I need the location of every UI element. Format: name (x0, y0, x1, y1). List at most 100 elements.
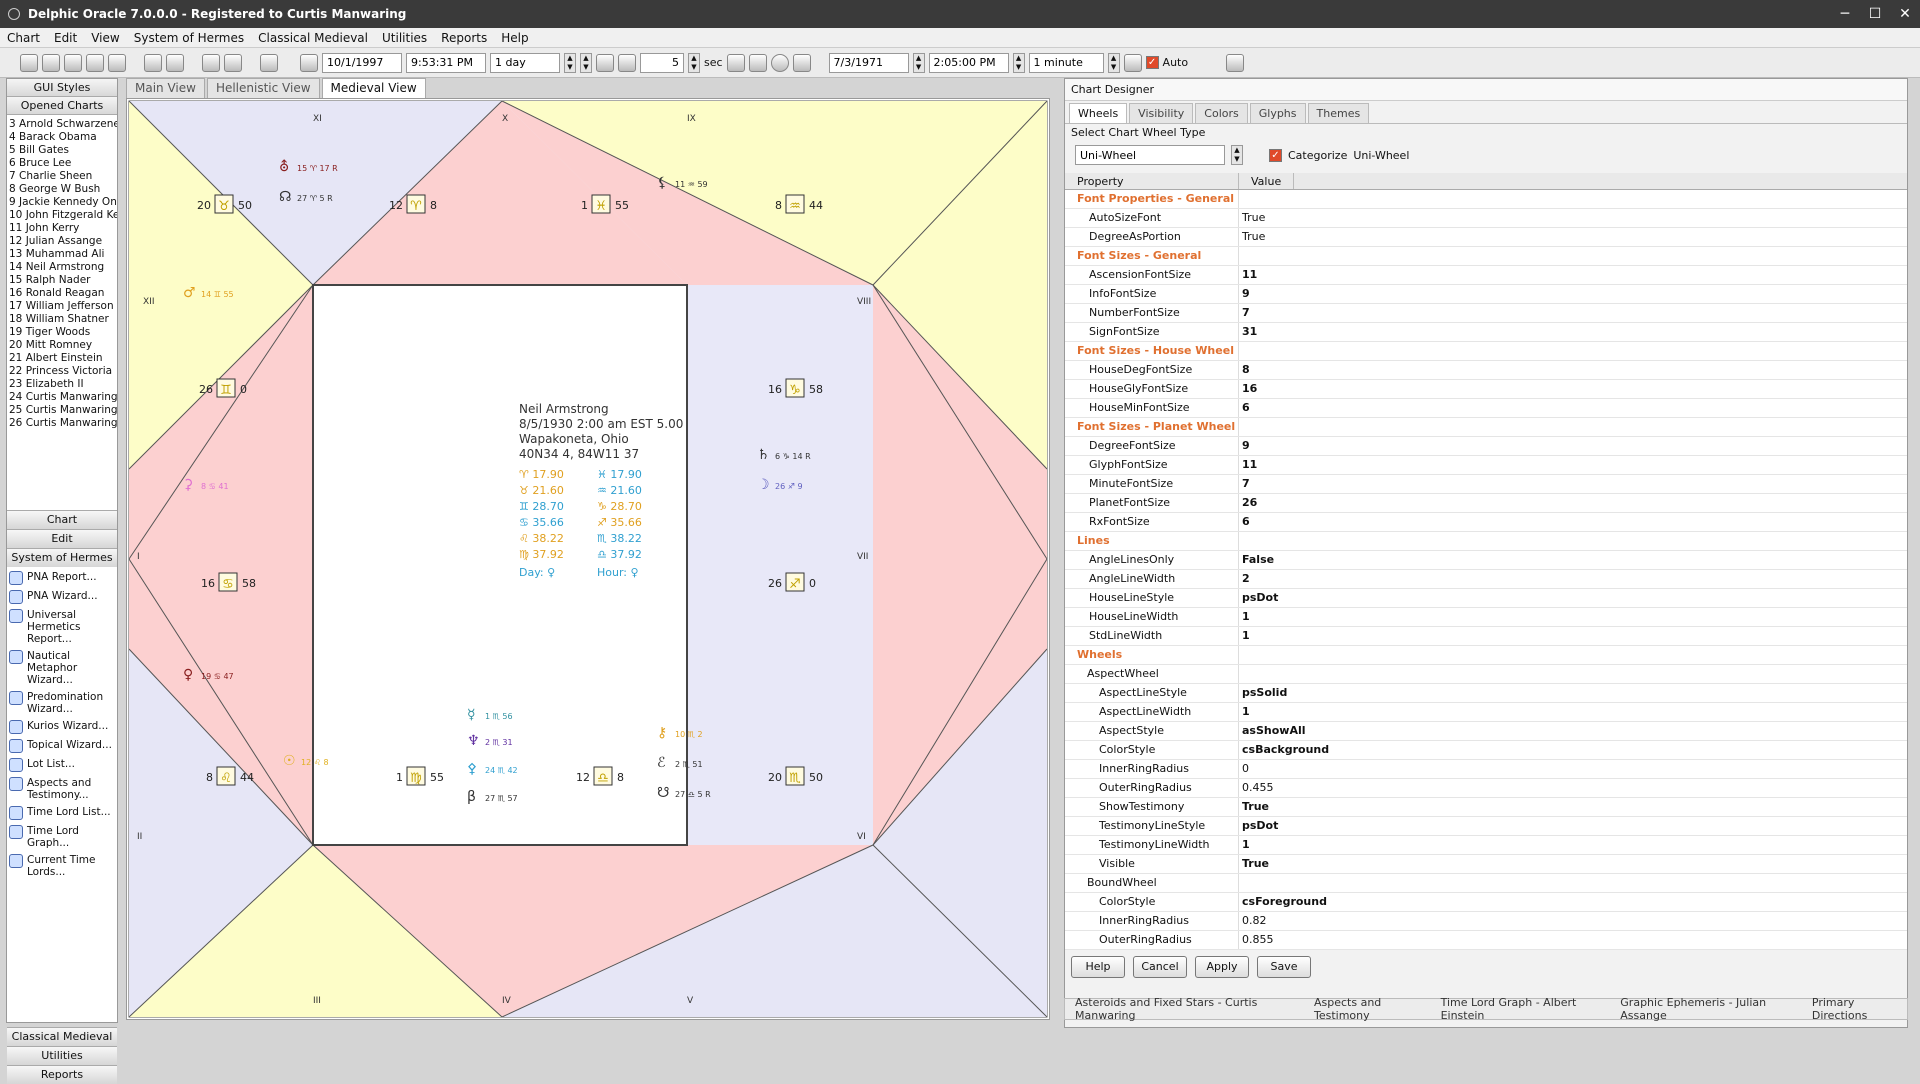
grid-row[interactable]: PlanetFontSize 26 (1065, 494, 1907, 513)
property-value[interactable]: 1 (1239, 836, 1250, 854)
property-value[interactable]: 26 (1239, 494, 1257, 512)
opened-chart-item[interactable]: 17 William Jefferson C (9, 300, 117, 313)
grid-row[interactable]: ColorStyle csForeground (1065, 893, 1907, 912)
menu-utilities[interactable]: Utilities (375, 31, 434, 45)
tool-item[interactable]: Kurios Wizard... (9, 720, 115, 734)
property-value[interactable]: csBackground (1239, 741, 1329, 759)
property-value[interactable]: psDot (1239, 589, 1278, 607)
bottom-tab-graphic-ephemeris[interactable]: Graphic Ephemeris - Julian Assange (1620, 996, 1804, 1022)
grid-row[interactable]: GlyphFontSize 11 (1065, 456, 1907, 475)
auto-checkbox[interactable]: ✓ (1145, 56, 1159, 69)
property-value[interactable]: psDot (1239, 817, 1278, 835)
opened-chart-item[interactable]: 5 Bill Gates (9, 144, 115, 157)
delete-chart-icon[interactable] (166, 53, 184, 72)
grid-row[interactable]: DegreeAsPortion True (1065, 228, 1907, 247)
edit-chart-icon[interactable] (42, 53, 60, 72)
tab-hellenistic-view[interactable]: Hellenistic View (206, 78, 320, 98)
step-field-1[interactable] (490, 52, 560, 73)
step-field-2[interactable] (1028, 52, 1104, 73)
stop-icon[interactable] (792, 53, 811, 72)
grid-row[interactable]: Visible True (1065, 855, 1907, 874)
tool-item[interactable]: Current Time Lords... (9, 854, 115, 878)
save-button[interactable]: Save (1257, 956, 1311, 978)
opened-chart-item[interactable]: 7 Charlie Sheen (9, 170, 115, 183)
gui-styles-header[interactable]: GUI Styles (7, 79, 117, 97)
category-system-of-hermes[interactable]: System of Hermes (7, 548, 117, 567)
arrow-down-icon[interactable] (748, 53, 767, 72)
tab-colors[interactable]: Colors (1195, 103, 1248, 123)
property-value[interactable]: 0.855 (1239, 931, 1274, 949)
grid-row[interactable]: TestimonyLineStyle psDot (1065, 817, 1907, 836)
opened-chart-item[interactable]: 3 Arnold Schwarzeneg (9, 118, 117, 131)
date-spinner-2[interactable]: ▲ ▼ (912, 52, 925, 73)
tool-item[interactable]: Time Lord Graph... (9, 825, 115, 849)
open-multiple-icon[interactable] (108, 53, 126, 72)
property-value[interactable]: 0.82 (1239, 912, 1267, 930)
property-value[interactable]: csForeground (1239, 893, 1327, 911)
opened-chart-item[interactable]: 22 Princess Victoria (9, 365, 115, 378)
grid-row[interactable]: ColorStyle csBackground (1065, 741, 1907, 760)
check-icon[interactable] (202, 53, 220, 72)
opened-charts-header[interactable]: Opened Charts (7, 97, 117, 115)
property-value[interactable]: True (1239, 855, 1269, 873)
wheel-type-dropdown[interactable]: ▲ ▼ (1231, 145, 1243, 165)
opened-chart-item[interactable]: 14 Neil Armstrong (9, 261, 115, 274)
tab-medieval-view[interactable]: Medieval View (321, 78, 426, 98)
grid-row[interactable]: OuterRingRadius 0.455 (1065, 779, 1907, 798)
opened-chart-item[interactable]: 20 Mitt Romney (9, 339, 115, 352)
grid-row[interactable]: RxFontSize 6 (1065, 513, 1907, 532)
grid-row[interactable]: MinuteFontSize 7 (1065, 475, 1907, 494)
property-value[interactable]: 2 (1239, 570, 1250, 588)
property-value[interactable]: 7 (1239, 475, 1250, 493)
property-value[interactable]: 11 (1239, 456, 1257, 474)
opened-chart-item[interactable]: 18 William Shatner (9, 313, 115, 326)
step-spinner-1[interactable]: ▲ ▼ (564, 52, 576, 73)
wheel-type-select[interactable] (1075, 145, 1225, 165)
opened-chart-item[interactable]: 4 Barack Obama (9, 131, 115, 144)
category-reports[interactable]: Reports (7, 1065, 117, 1084)
time-spinner-2[interactable]: ▲ ▼ (1012, 52, 1025, 73)
help-button[interactable]: Help (1071, 956, 1125, 978)
opened-chart-item[interactable]: 15 Ralph Nader (9, 274, 115, 287)
grid-row[interactable]: HouseGlyFontSize 16 (1065, 380, 1907, 399)
menu-edit[interactable]: Edit (47, 31, 84, 45)
grid-row[interactable]: HouseLineStyle psDot (1065, 589, 1907, 608)
tool-item[interactable]: Lot List... (9, 758, 115, 772)
property-value[interactable]: False (1239, 551, 1274, 569)
minimize-button[interactable]: ─ (1830, 6, 1860, 22)
tab-main-view[interactable]: Main View (126, 78, 205, 98)
property-value[interactable]: True (1239, 209, 1265, 227)
tool-item[interactable]: PNA Wizard... (9, 590, 115, 604)
tool-item[interactable]: Universal Hermetics Report... (9, 609, 115, 645)
grid-row[interactable]: HouseLineWidth 1 (1065, 608, 1907, 627)
grid-row[interactable]: InnerRingRadius 0.82 (1065, 912, 1907, 931)
property-value[interactable]: 0.455 (1239, 779, 1274, 797)
arrow-up-icon[interactable] (726, 53, 745, 72)
time-field-1[interactable] (406, 52, 486, 73)
tool-item[interactable]: PNA Report... (9, 571, 115, 585)
menu-chart[interactable]: Chart (0, 31, 47, 45)
step-spinner-2[interactable]: ▲ ▼ (1107, 52, 1120, 73)
animate-icon[interactable] (596, 53, 614, 72)
tab-themes[interactable]: Themes (1307, 103, 1370, 123)
property-value[interactable]: psSolid (1239, 684, 1287, 702)
opened-chart-item[interactable]: 11 John Kerry (9, 222, 115, 235)
grid-row[interactable]: InnerRingRadius 0 (1065, 760, 1907, 779)
calendar-icon[interactable] (300, 53, 318, 72)
date-spinner-1[interactable]: ▲ ▼ (580, 52, 592, 73)
new-chart-icon[interactable] (20, 53, 38, 72)
opened-chart-item[interactable]: 25 Curtis Manwaring L (9, 404, 117, 417)
property-value[interactable]: 6 (1239, 513, 1250, 531)
opened-chart-item[interactable]: 19 Tiger Woods (9, 326, 115, 339)
opened-chart-item[interactable]: 26 Curtis Manwaring L (9, 417, 117, 430)
tool-item[interactable]: Nautical Metaphor Wizard... (9, 650, 115, 686)
grid-row[interactable]: AspectLineWidth 1 (1065, 703, 1907, 722)
property-value[interactable]: True (1239, 228, 1265, 246)
open-folder-icon[interactable] (86, 53, 104, 72)
tab-wheels[interactable]: Wheels (1069, 103, 1128, 123)
grid-section-row[interactable]: Font Sizes - General (1065, 247, 1907, 266)
globe-icon[interactable] (144, 53, 162, 72)
date-field-2[interactable] (828, 52, 909, 73)
bottom-tab-primary-directions[interactable]: Primary Directions (1812, 996, 1907, 1022)
property-value[interactable]: 8 (1239, 361, 1250, 379)
